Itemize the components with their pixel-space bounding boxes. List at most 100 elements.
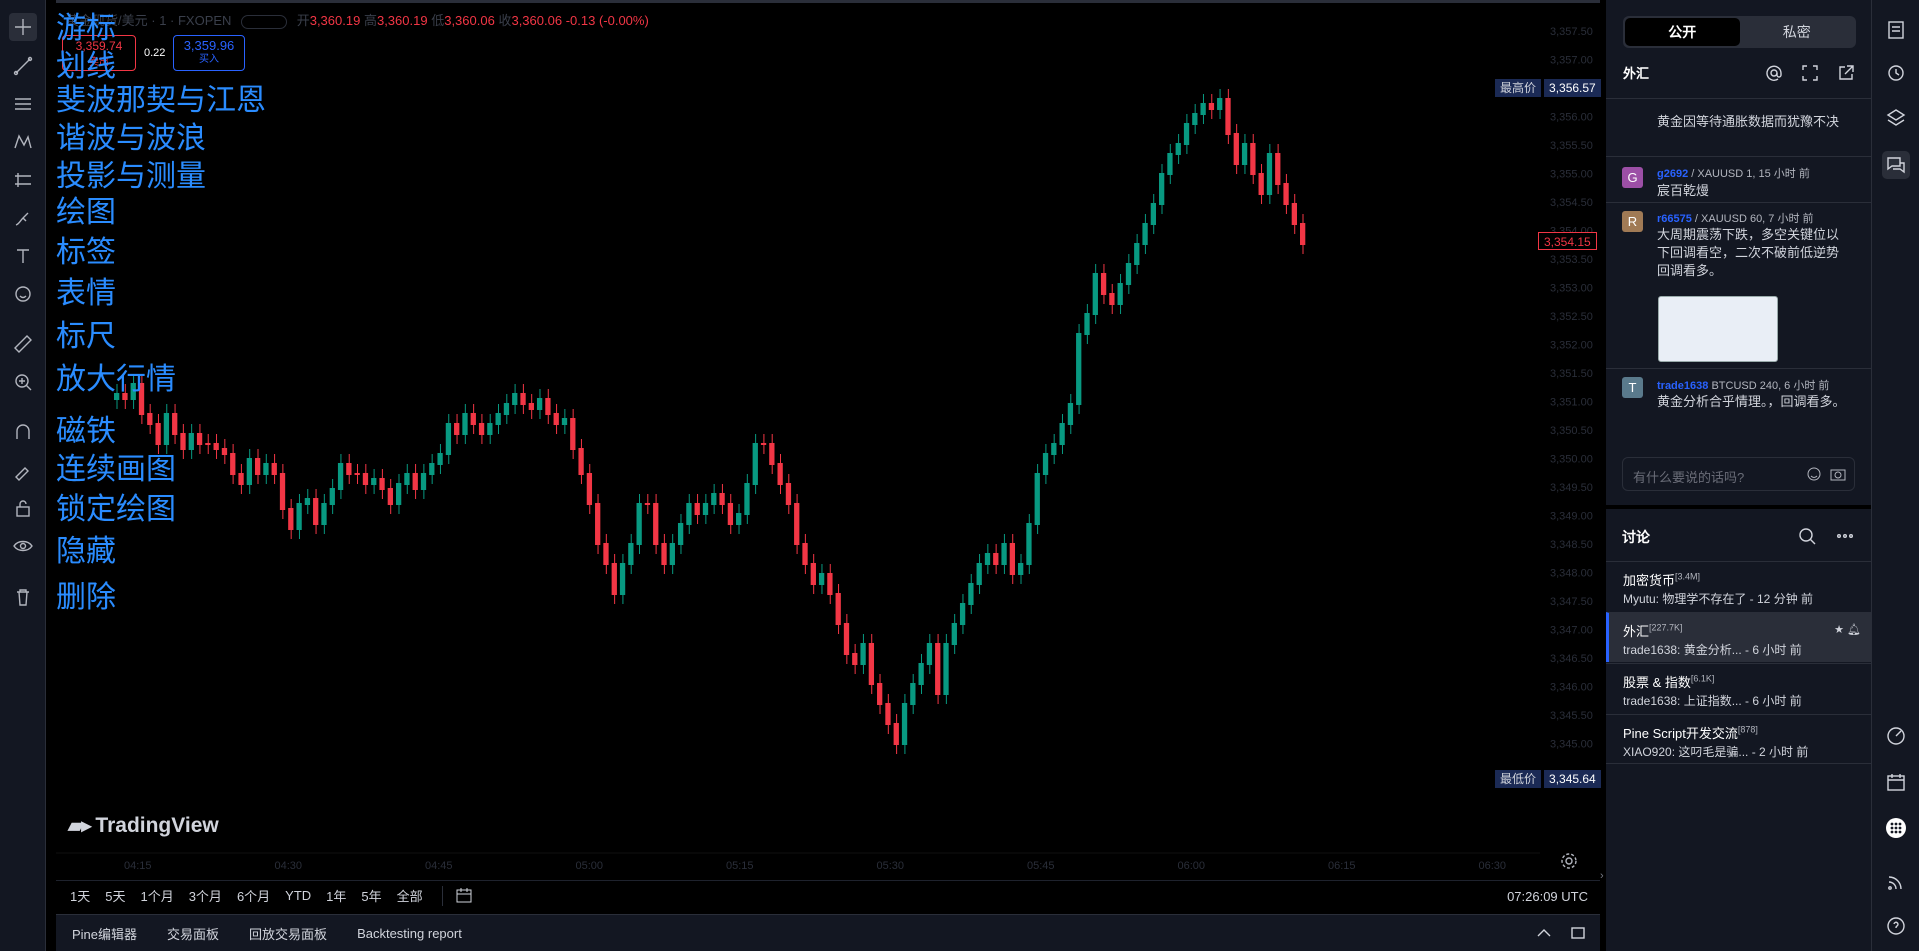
range-ytd[interactable]: YTD xyxy=(285,888,311,903)
price-axis-label[interactable]: 3,347.00 xyxy=(1550,625,1593,637)
price-axis-label[interactable]: 3,352.00 xyxy=(1550,340,1593,352)
price-axis-label[interactable]: 3,357.00 xyxy=(1550,55,1593,67)
time-axis-label[interactable]: 06:30 xyxy=(1479,860,1507,872)
camera-icon[interactable] xyxy=(1830,466,1846,482)
range-3m[interactable]: 3个月 xyxy=(189,886,222,905)
time-axis-label[interactable]: 05:15 xyxy=(726,860,754,872)
price-axis-label[interactable]: 3,347.50 xyxy=(1550,596,1593,608)
price-axis-label[interactable]: 3,345.00 xyxy=(1550,739,1593,751)
time-axis-label[interactable]: 05:00 xyxy=(576,860,604,872)
layers-icon[interactable] xyxy=(1882,104,1910,132)
message-user[interactable]: g2692 xyxy=(1657,168,1688,180)
star-icon[interactable]: ★ xyxy=(1834,624,1844,636)
chat-icon[interactable] xyxy=(1882,151,1910,179)
tab-public[interactable]: 公开 xyxy=(1625,18,1740,46)
tab-pine-editor[interactable]: Pine编辑器 xyxy=(72,924,137,943)
text-icon[interactable] xyxy=(9,242,37,270)
avatar[interactable]: G xyxy=(1622,167,1643,188)
eye-icon[interactable] xyxy=(9,532,37,560)
brush-icon[interactable] xyxy=(9,204,37,232)
range-1m[interactable]: 1个月 xyxy=(140,886,173,905)
message-chart-thumbnail[interactable] xyxy=(1658,296,1778,362)
time-axis-label[interactable]: 04:30 xyxy=(275,860,303,872)
fullscreen-icon[interactable] xyxy=(1800,63,1820,83)
pattern-icon[interactable] xyxy=(9,128,37,156)
signal-icon[interactable] xyxy=(1882,868,1910,896)
bell-icon[interactable]: 🔔︎ xyxy=(1847,624,1861,636)
candlestick-chart[interactable]: 3,357.503,357.003,356.503,356.003,355.50… xyxy=(56,3,1600,883)
time-axis-label[interactable]: 04:45 xyxy=(425,860,453,872)
price-axis-label[interactable]: 3,348.00 xyxy=(1550,568,1593,580)
more-icon[interactable] xyxy=(1835,526,1855,546)
price-axis-label[interactable]: 3,357.50 xyxy=(1550,26,1593,38)
message-user[interactable]: r66575 xyxy=(1657,213,1692,225)
chart-settings-icon[interactable] xyxy=(1560,852,1578,870)
trash-icon[interactable] xyxy=(9,583,37,611)
price-axis-label[interactable]: 3,353.50 xyxy=(1550,254,1593,266)
avatar[interactable]: R xyxy=(1622,211,1643,232)
chat-input[interactable]: 有什么要说的话吗? xyxy=(1622,457,1855,491)
price-axis-label[interactable]: 3,351.50 xyxy=(1550,368,1593,380)
price-axis-label[interactable]: 3,350.50 xyxy=(1550,425,1593,437)
popout-icon[interactable] xyxy=(1836,63,1856,83)
time-axis-label[interactable]: 06:15 xyxy=(1328,860,1356,872)
room-item[interactable]: Pine Script开发交流[878] XIAO920: 这叼毛是骗... -… xyxy=(1606,714,1871,764)
trend-line-icon[interactable] xyxy=(9,52,37,80)
search-icon[interactable] xyxy=(1797,526,1817,546)
emoji-icon[interactable] xyxy=(1806,466,1822,482)
price-axis-label[interactable]: 3,354.50 xyxy=(1550,197,1593,209)
stay-drawing-icon[interactable] xyxy=(9,456,37,484)
room-item[interactable]: 加密货币[3.4M] Myutu: 物理学不存在了 - 12 分钟 前 xyxy=(1606,561,1871,611)
emoji-icon[interactable] xyxy=(9,280,37,308)
price-axis-label[interactable]: 3,346.00 xyxy=(1550,682,1593,694)
magnet-icon[interactable] xyxy=(9,418,37,446)
target-icon[interactable] xyxy=(1882,722,1910,750)
apps-grid-icon[interactable] xyxy=(1882,814,1910,842)
buy-button[interactable]: 3,359.96 买入 xyxy=(173,35,245,71)
time-axis-label[interactable]: 06:00 xyxy=(1178,860,1206,872)
range-5d[interactable]: 5天 xyxy=(105,886,125,905)
price-axis-label[interactable]: 3,349.00 xyxy=(1550,511,1593,523)
maximize-icon[interactable] xyxy=(1570,925,1586,941)
range-all[interactable]: 全部 xyxy=(397,886,423,905)
tab-replay-panel[interactable]: 回放交易面板 xyxy=(249,924,327,943)
tab-private[interactable]: 私密 xyxy=(1740,18,1855,46)
price-axis-label[interactable]: 3,348.50 xyxy=(1550,539,1593,551)
range-1d[interactable]: 1天 xyxy=(70,886,90,905)
price-axis-label[interactable]: 3,349.50 xyxy=(1550,482,1593,494)
price-axis-label[interactable]: 3,350.00 xyxy=(1550,454,1593,466)
utc-clock[interactable]: 07:26:09 UTC xyxy=(1507,889,1588,904)
price-axis-label[interactable]: 3,352.50 xyxy=(1550,311,1593,323)
tab-backtesting[interactable]: Backtesting report xyxy=(357,926,462,941)
alerts-icon[interactable] xyxy=(1882,58,1910,86)
price-axis-label[interactable]: 3,353.00 xyxy=(1550,283,1593,295)
goto-date-icon[interactable] xyxy=(455,887,473,905)
chart-pane[interactable]: 3,357.503,357.003,356.503,356.003,355.50… xyxy=(56,0,1600,880)
chat-room-name[interactable]: 外汇 xyxy=(1623,66,1649,81)
time-axis-label[interactable]: 05:45 xyxy=(1027,860,1055,872)
range-6m[interactable]: 6个月 xyxy=(237,886,270,905)
fib-icon[interactable] xyxy=(9,90,37,118)
price-axis-label[interactable]: 3,355.50 xyxy=(1550,140,1593,152)
time-axis-label[interactable]: 04:15 xyxy=(124,860,152,872)
tab-trading-panel[interactable]: 交易面板 xyxy=(167,924,219,943)
range-1y[interactable]: 1年 xyxy=(326,886,346,905)
calendar-icon[interactable] xyxy=(1882,768,1910,796)
room-item[interactable]: 外汇[227.7K] trade1638: 黄金分析... - 6 小时 前 ★… xyxy=(1606,612,1871,662)
avatar[interactable]: T xyxy=(1622,377,1643,398)
message-user[interactable]: trade1638 xyxy=(1657,380,1708,392)
time-axis-label[interactable]: 05:30 xyxy=(877,860,905,872)
help-icon[interactable] xyxy=(1882,912,1910,940)
tradingview-logo[interactable]: ▰▸ TradingView xyxy=(68,813,219,838)
zoom-icon[interactable] xyxy=(9,368,37,396)
chat-message-list[interactable]: 黄金因等待通胀数据而犹豫不决 G g2692 / XAUUSD 1, 15 小时… xyxy=(1606,98,1871,452)
projection-icon[interactable] xyxy=(9,166,37,194)
price-axis-label[interactable]: 3,356.00 xyxy=(1550,112,1593,124)
ruler-icon[interactable] xyxy=(9,330,37,358)
watchlist-icon[interactable] xyxy=(1882,16,1910,44)
crosshair-icon[interactable] xyxy=(9,13,37,41)
chevron-up-icon[interactable] xyxy=(1536,925,1552,941)
room-item[interactable]: 股票 & 指数[6.1K] trade1638: 上证指数... - 6 小时 … xyxy=(1606,663,1871,713)
lock-icon[interactable] xyxy=(9,494,37,522)
price-axis-label[interactable]: 3,351.00 xyxy=(1550,397,1593,409)
